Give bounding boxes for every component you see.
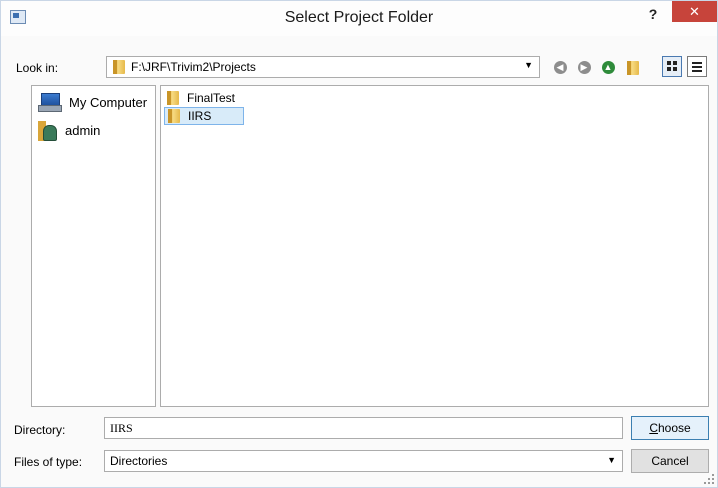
new-folder-icon: [627, 60, 639, 75]
folder-icon: [168, 109, 180, 123]
forward-button[interactable]: ▶: [574, 57, 594, 77]
lookin-combo[interactable]: F:\JRF\Trivim2\Projects ▼: [106, 56, 540, 78]
sidebar-item-label: admin: [65, 122, 101, 138]
lookin-label: Look in:: [16, 61, 59, 75]
detail-view-button[interactable]: [687, 56, 707, 77]
new-folder-button[interactable]: [623, 57, 643, 77]
file-list[interactable]: FinalTest IIRS: [160, 85, 709, 407]
folder-icon: [113, 60, 125, 74]
computer-icon: [38, 93, 62, 112]
list-view-button[interactable]: [662, 56, 682, 77]
help-button[interactable]: ?: [637, 3, 669, 27]
user-folder-icon: [38, 119, 57, 141]
chevron-down-icon[interactable]: ▼: [607, 455, 616, 465]
list-item[interactable]: FinalTest: [164, 89, 239, 107]
title-bar[interactable]: Select Project Folder ? ✕: [1, 1, 717, 36]
cancel-button[interactable]: Cancel: [631, 449, 709, 473]
back-button[interactable]: ◀: [550, 57, 570, 77]
lookin-path: F:\JRF\Trivim2\Projects: [131, 60, 256, 74]
directory-label: Directory:: [14, 423, 66, 437]
list-item[interactable]: IIRS: [164, 107, 244, 125]
sidebar-item-my-computer[interactable]: My Computer: [38, 91, 147, 113]
chevron-down-icon[interactable]: ▼: [524, 60, 533, 70]
dialog-window: Select Project Folder ? ✕ Look in: F:\JR…: [0, 0, 718, 488]
back-icon: ◀: [553, 61, 567, 75]
files-of-type-combo[interactable]: Directories ▼: [104, 450, 623, 472]
choose-button[interactable]: Choose: [631, 416, 709, 440]
sidebar-item-label: My Computer: [69, 94, 148, 110]
up-button[interactable]: ▲: [598, 57, 618, 77]
directory-input[interactable]: [104, 417, 623, 439]
file-name: FinalTest: [187, 91, 236, 105]
folder-icon: [167, 91, 179, 105]
choose-label: hoose: [657, 421, 691, 435]
close-button[interactable]: ✕: [672, 1, 717, 22]
list-view-icon: [667, 61, 677, 72]
sidebar: My Computer admin: [31, 85, 156, 407]
up-icon: ▲: [601, 61, 615, 75]
files-of-type-label: Files of type:: [14, 455, 83, 469]
resize-grip-icon[interactable]: [704, 474, 714, 484]
files-of-type-value: Directories: [110, 454, 168, 468]
dialog-title: Select Project Folder: [284, 9, 434, 26]
forward-icon: ▶: [577, 61, 591, 75]
choose-mnemonic: C: [649, 421, 658, 435]
sidebar-item-admin[interactable]: admin: [38, 119, 100, 141]
file-name: IIRS: [188, 109, 212, 123]
